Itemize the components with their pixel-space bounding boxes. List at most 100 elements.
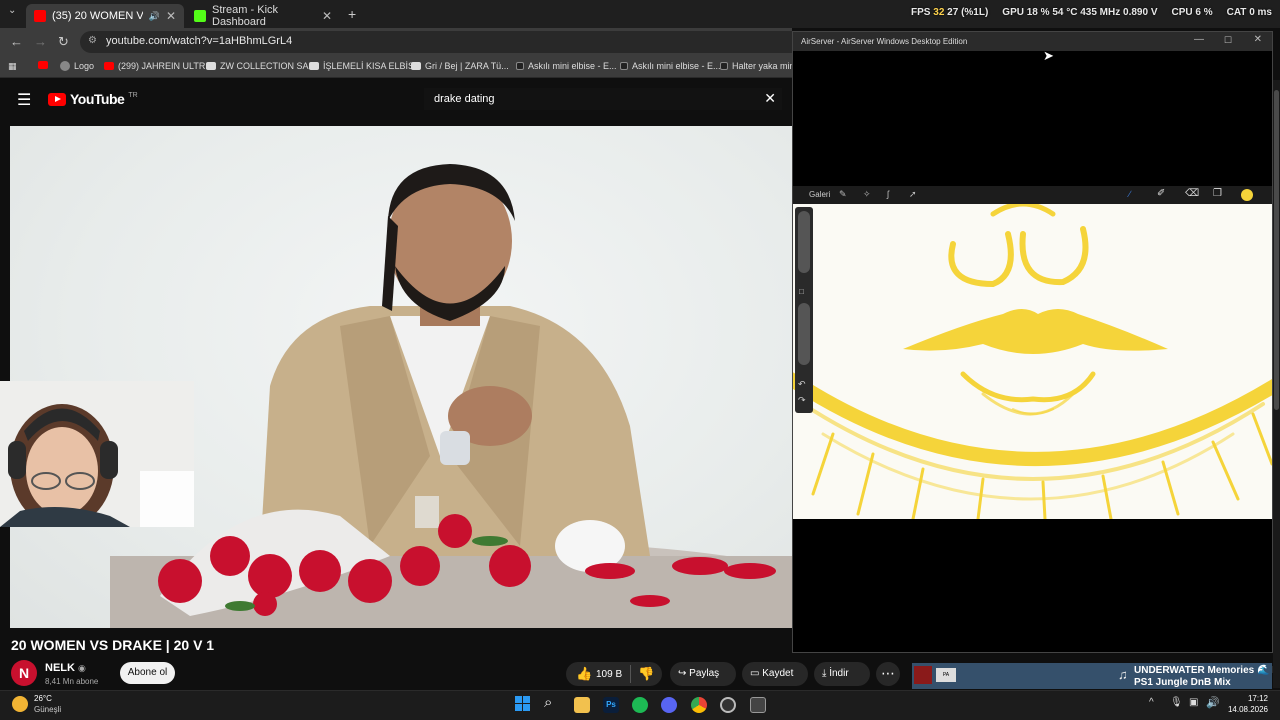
- bookmark-item[interactable]: Gri / Bej | ZARA Tü...: [411, 61, 509, 71]
- bookmark-item[interactable]: Askılı mini elbise - E...: [516, 61, 617, 71]
- drawing-canvas[interactable]: [793, 204, 1272, 519]
- video-player[interactable]: [10, 126, 792, 628]
- bookmark-label: ZW COLLECTION SA...: [220, 61, 317, 71]
- tab-youtube[interactable]: (35) 20 WOMEN VS DRAKE 🔊 ✕: [26, 4, 184, 28]
- transform-icon[interactable]: ➚: [909, 189, 917, 200]
- color-swatch[interactable]: [1241, 189, 1253, 201]
- file-explorer-icon[interactable]: [574, 697, 590, 713]
- tray-chevron-icon[interactable]: ^: [1149, 697, 1154, 708]
- region-code: TR: [128, 91, 138, 99]
- save-button[interactable]: ▭ Kaydet: [742, 662, 808, 686]
- chrome-icon[interactable]: [691, 697, 707, 713]
- microphone-icon[interactable]: 🎙: [1170, 697, 1183, 708]
- page-scrollbar[interactable]: [1273, 80, 1280, 688]
- weather-temp[interactable]: 26°C: [34, 694, 52, 703]
- close-tab-icon[interactable]: ✕: [166, 9, 176, 23]
- hamburger-menu-icon[interactable]: ☰: [17, 90, 31, 110]
- more-actions-button[interactable]: ⋯: [876, 662, 900, 686]
- youtube-icon: [104, 62, 114, 70]
- back-arrow-icon[interactable]: ←: [10, 34, 23, 49]
- eyedropper-square-icon[interactable]: □: [799, 287, 804, 296]
- clear-search-icon[interactable]: ✕: [764, 90, 776, 107]
- airserver-titlebar[interactable]: AirServer - AirServer Windows Desktop Ed…: [793, 32, 1272, 51]
- youtube-logo[interactable]: YouTube TR: [48, 91, 138, 107]
- bookmark-item[interactable]: Halter yaka mini: [720, 61, 797, 71]
- now-playing-widget: PA ♫ UNDERWATER Memories 🌊 I PS1 Jungle …: [912, 663, 1275, 689]
- speaker-icon[interactable]: 🔊: [149, 11, 160, 22]
- bookmark-item[interactable]: Askılı mini elbise - E...: [620, 61, 721, 71]
- weather-sun-icon[interactable]: [12, 696, 28, 712]
- weather-desc[interactable]: Güneşli: [34, 705, 61, 714]
- shop-icon: [516, 62, 524, 70]
- clock-time[interactable]: 17:12: [1226, 694, 1268, 703]
- share-arrow-icon: ↪: [678, 668, 687, 679]
- bookmark-item[interactable]: Logo: [60, 61, 94, 71]
- procreate-sidebar: □ ↶ ↷: [795, 207, 813, 413]
- address-bar[interactable]: ⚙ youtube.com/watch?v=1aHBhmLGrL4: [80, 31, 792, 53]
- selection-icon[interactable]: ʃ: [887, 189, 889, 199]
- apps-grid-icon[interactable]: ▦: [8, 61, 17, 72]
- close-window-icon[interactable]: ✕: [1254, 34, 1262, 45]
- bookmark-label: Askılı mini elbise - E...: [632, 61, 721, 71]
- scrollbar-thumb[interactable]: [1274, 90, 1279, 410]
- bookmark-label: Halter yaka mini: [732, 61, 797, 71]
- music-icon: ♫: [1118, 667, 1128, 682]
- globe-icon: [60, 61, 70, 71]
- photoshop-icon[interactable]: Ps: [603, 697, 619, 713]
- undo-icon[interactable]: ↶: [798, 379, 806, 390]
- perf-overlay: FPS 32 27 (%1L) GPU 18 % 54 °C 435 MHz 0…: [911, 7, 1272, 18]
- layers-icon[interactable]: ❐: [1213, 188, 1222, 199]
- opacity-slider[interactable]: [798, 303, 810, 365]
- redo-icon[interactable]: ↷: [798, 395, 806, 406]
- download-button[interactable]: ⤓ İndir: [814, 662, 870, 686]
- shop-icon: [620, 62, 628, 70]
- tab-search-chevron-icon[interactable]: ⌄: [8, 5, 16, 16]
- search-query: drake dating: [434, 93, 495, 105]
- download-icon: ⤓: [822, 668, 827, 679]
- eraser-icon[interactable]: ⌫: [1185, 188, 1199, 199]
- obs-icon[interactable]: [720, 697, 736, 713]
- volume-icon[interactable]: 🔊: [1206, 696, 1220, 709]
- brush-icon[interactable]: ∕: [1129, 189, 1131, 199]
- airserver-taskbar-icon[interactable]: [750, 697, 766, 713]
- brush-size-slider[interactable]: [798, 211, 810, 273]
- gpu-readout: GPU 18 % 54 °C 435 MHz 0.890 V: [1002, 7, 1158, 18]
- bookmark-item[interactable]: ZW COLLECTION SA...: [206, 61, 316, 71]
- site-info-icon[interactable]: ⚙: [88, 35, 97, 46]
- display-icon[interactable]: ▣: [1189, 697, 1198, 708]
- spotify-icon[interactable]: [632, 697, 648, 713]
- smudge-icon[interactable]: ✐: [1157, 188, 1165, 199]
- search-icon[interactable]: ⌕: [544, 694, 552, 711]
- bookmark-item[interactable]: İŞLEMELİ KISA ELBİS...: [309, 61, 422, 71]
- wrench-icon[interactable]: ✎: [839, 189, 847, 200]
- discord-icon[interactable]: [661, 697, 677, 713]
- reload-icon[interactable]: ↻: [58, 34, 69, 50]
- clock-date[interactable]: 14.08.2026: [1222, 705, 1268, 714]
- start-windows-icon[interactable]: [515, 696, 531, 712]
- fps-value: 32: [933, 7, 945, 18]
- tab-label: (35) 20 WOMEN VS DRAKE: [52, 10, 143, 22]
- dislike-thumb-icon[interactable]: 👎: [638, 666, 654, 682]
- new-tab-button[interactable]: +: [348, 6, 356, 22]
- share-button[interactable]: ↪ Paylaş: [670, 662, 736, 686]
- channel-name[interactable]: NELK ◉: [45, 662, 86, 674]
- forward-arrow-icon[interactable]: →: [34, 34, 47, 49]
- explicit-badge-icon: PA: [936, 668, 956, 682]
- like-thumb-icon[interactable]: 👍: [576, 666, 592, 682]
- close-tab-icon[interactable]: ✕: [322, 9, 332, 23]
- airserver-title: AirServer - AirServer Windows Desktop Ed…: [801, 37, 968, 46]
- minimize-icon[interactable]: —: [1194, 34, 1204, 45]
- youtube-play-icon: [48, 92, 66, 106]
- gpu-percent: 27 (%1L): [947, 7, 989, 18]
- bookmark-item[interactable]: (299) JAHREIN ULTR...: [104, 61, 213, 71]
- channel-avatar[interactable]: N: [11, 660, 37, 686]
- adjustments-icon[interactable]: ✧: [863, 189, 871, 200]
- bookmark-youtube-icon[interactable]: [38, 61, 48, 69]
- maximize-icon[interactable]: ☐: [1224, 35, 1232, 46]
- like-count[interactable]: 109 B: [596, 669, 622, 680]
- shop-icon: [720, 62, 728, 70]
- subscribe-button[interactable]: Abone ol: [120, 662, 175, 684]
- tab-kick[interactable]: Stream - Kick Dashboard ✕: [186, 4, 340, 28]
- search-input[interactable]: drake dating ✕: [424, 88, 782, 110]
- gallery-button[interactable]: Galeri: [809, 190, 830, 199]
